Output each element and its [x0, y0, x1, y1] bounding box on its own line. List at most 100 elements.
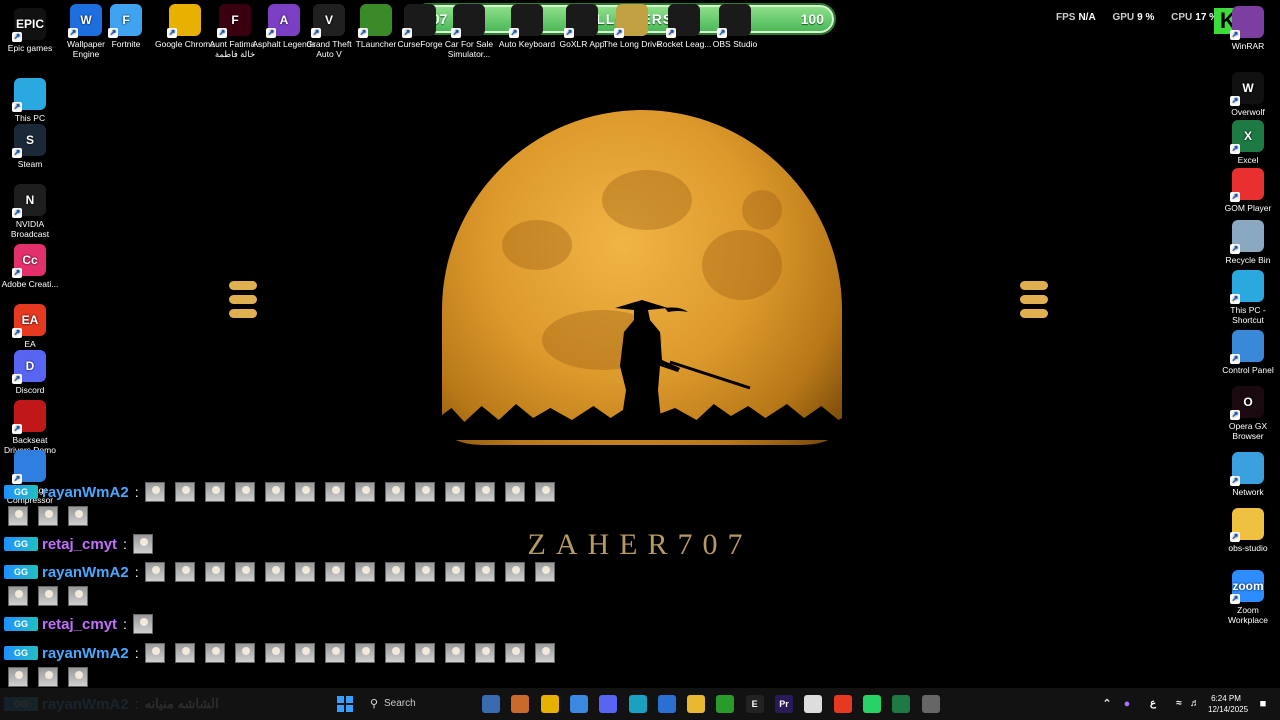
clock-time: 6:24 PM	[1211, 694, 1241, 703]
language-indicator[interactable]: ع	[1144, 695, 1162, 713]
shortcut-arrow-icon: ↗	[1230, 476, 1240, 486]
chrome-icon[interactable]	[540, 695, 559, 713]
desktop-shortcut-label: OBS Studio	[712, 39, 758, 49]
edge-icon[interactable]	[628, 695, 647, 713]
desktop-shortcut[interactable]: ↗ Control Panel	[1216, 330, 1280, 375]
start-button[interactable]	[337, 696, 353, 712]
chat-emote-icon	[444, 643, 465, 663]
desktop-shortcut[interactable]: ↗ WinRAR	[1216, 6, 1280, 51]
desktop-shortcut[interactable]: ↗ This PC - Shortcut	[1216, 270, 1280, 325]
chat-badge-icon: GG	[4, 537, 38, 551]
chat-message: GG retaj_cmyt:	[4, 534, 163, 554]
icon-glyph: W	[1242, 81, 1254, 95]
app-icon[interactable]	[511, 695, 530, 713]
desktop-shortcut[interactable]: ↗ GOM Player	[1216, 168, 1280, 213]
zoom-icon: zoom ↗	[1230, 570, 1264, 604]
shortcut-arrow-icon: ↗	[12, 208, 22, 218]
whatsapp-icon[interactable]	[862, 695, 881, 713]
app-icon[interactable]	[921, 695, 940, 713]
chat-emote-icon	[324, 643, 345, 663]
chat-emote-icon	[68, 586, 88, 606]
clock[interactable]: 6:24 PM 12/14/2025	[1208, 693, 1248, 715]
chat-emote-icon	[504, 562, 525, 582]
desktop-shortcut-label: Zoom Workplace	[1228, 605, 1268, 625]
desktop-shortcut-label: This PC - Shortcut	[1230, 305, 1266, 325]
notification-bell-icon[interactable]: ■	[1254, 695, 1272, 713]
icon-glyph: EA	[21, 313, 39, 327]
shortcut-arrow-icon: ↗	[1230, 532, 1240, 542]
chat-emote-icon	[384, 643, 405, 663]
chat-emote-icon	[204, 643, 225, 663]
file-explorer-icon[interactable]	[687, 695, 706, 713]
asphalt-icon: A ↗	[266, 4, 300, 38]
volume-icon[interactable]: ♬	[1186, 695, 1204, 713]
desktop-shortcut[interactable]: ↗ Recycle Bin	[1216, 220, 1280, 265]
desktop-shortcut[interactable]: D ↗ Discord	[0, 350, 62, 395]
chat-username: rayanWmA2	[42, 563, 129, 581]
adobe-cc-icon: Cc ↗	[12, 244, 46, 278]
xbox-icon[interactable]	[716, 695, 735, 713]
desktop-shortcut[interactable]: ↗ obs-studio	[1216, 508, 1280, 553]
chat-emote-icon	[234, 562, 255, 582]
recycle-bin-icon: ↗	[1230, 220, 1264, 254]
monitor-icon: ↗	[12, 78, 46, 112]
widgets-icon[interactable]	[482, 695, 500, 713]
premiere-icon[interactable]: Pr	[775, 695, 793, 713]
chat-emote-icon	[534, 643, 555, 663]
icon-glyph: O	[1243, 395, 1253, 409]
chat-emote-icon	[144, 562, 165, 582]
desktop-shortcut[interactable]: W ↗ Overwolf	[1216, 72, 1280, 117]
shortcut-arrow-icon: ↗	[12, 424, 22, 434]
chat-emote-overflow	[8, 667, 98, 687]
chat-emote-icon	[384, 482, 405, 502]
chat-emote-overflow	[8, 586, 98, 606]
file-icon[interactable]	[804, 695, 823, 713]
chrome-icon: ↗	[167, 4, 201, 38]
desktop-shortcut[interactable]: zoom ↗ Zoom Workplace	[1216, 570, 1280, 625]
shortcut-arrow-icon: ↗	[666, 28, 676, 38]
chevron-up-icon[interactable]: ⌃	[1098, 695, 1116, 713]
desktop-shortcut[interactable]: ↗ Car For Sale Simulator...	[437, 4, 501, 59]
goxlr-icon: ↗	[564, 4, 598, 38]
desktop-shortcut[interactable]: ↗ Network	[1216, 452, 1280, 497]
steam-icon: S ↗	[12, 124, 46, 158]
desktop-shortcut[interactable]: S ↗ Steam	[0, 124, 62, 169]
chat-emote-icon	[264, 562, 285, 582]
desktop-shortcut[interactable]: EPIC ↗ Epic games	[0, 8, 62, 53]
desktop-shortcut[interactable]: X ↗ Excel	[1216, 120, 1280, 165]
excel-icon[interactable]	[892, 695, 911, 713]
taskbar-search[interactable]: ⚲ Search	[362, 692, 472, 716]
car-icon: ↗	[12, 400, 46, 434]
chat-emote-icon	[8, 667, 28, 687]
desktop-shortcut[interactable]: ↗ OBS Studio	[703, 4, 767, 49]
ea-icon[interactable]	[833, 695, 852, 713]
desktop-shortcut[interactable]: Cc ↗ Adobe Creati...	[0, 244, 62, 289]
chat-separator: :	[123, 536, 127, 552]
desktop-shortcut[interactable]: O ↗ Opera GX Browser	[1216, 386, 1280, 441]
microphone-icon[interactable]: ●	[1118, 695, 1136, 713]
store-icon[interactable]	[657, 695, 676, 713]
chat-emote-icon	[234, 643, 255, 663]
chat-emote-icon	[324, 482, 345, 502]
desktop-shortcut-label: Overwolf	[1231, 107, 1265, 117]
desktop-shortcut[interactable]: ↗ This PC	[0, 78, 62, 123]
desktop-shortcut[interactable]: F ↗ Fortnite	[94, 4, 158, 49]
chat-emote-icon	[444, 482, 465, 502]
discord-icon[interactable]	[599, 695, 618, 713]
desktop-shortcut[interactable]: N ↗ NVIDIA Broadcast	[0, 184, 62, 239]
shortcut-arrow-icon: ↗	[266, 28, 276, 38]
chat-username: rayanWmA2	[42, 644, 129, 662]
shortcut-arrow-icon: ↗	[1230, 594, 1240, 604]
shortcut-arrow-icon: ↗	[12, 148, 22, 158]
icon-glyph: V	[324, 13, 333, 27]
desktop-shortcut-label: Recycle Bin	[1225, 255, 1271, 265]
app-icon[interactable]	[569, 695, 588, 713]
desktop-shortcut-label: Discord	[15, 385, 45, 395]
curseforge-icon: ↗	[402, 4, 436, 38]
desktop-shortcut[interactable]: ↗Backseat Drivers Demo	[0, 400, 62, 455]
chat-emote-icon	[38, 586, 58, 606]
epic-games-icon[interactable]: E	[745, 695, 764, 713]
chat-emote-icon	[474, 562, 495, 582]
shortcut-arrow-icon: ↗	[451, 28, 461, 38]
desktop-shortcut[interactable]: EA ↗ EA	[0, 304, 62, 349]
